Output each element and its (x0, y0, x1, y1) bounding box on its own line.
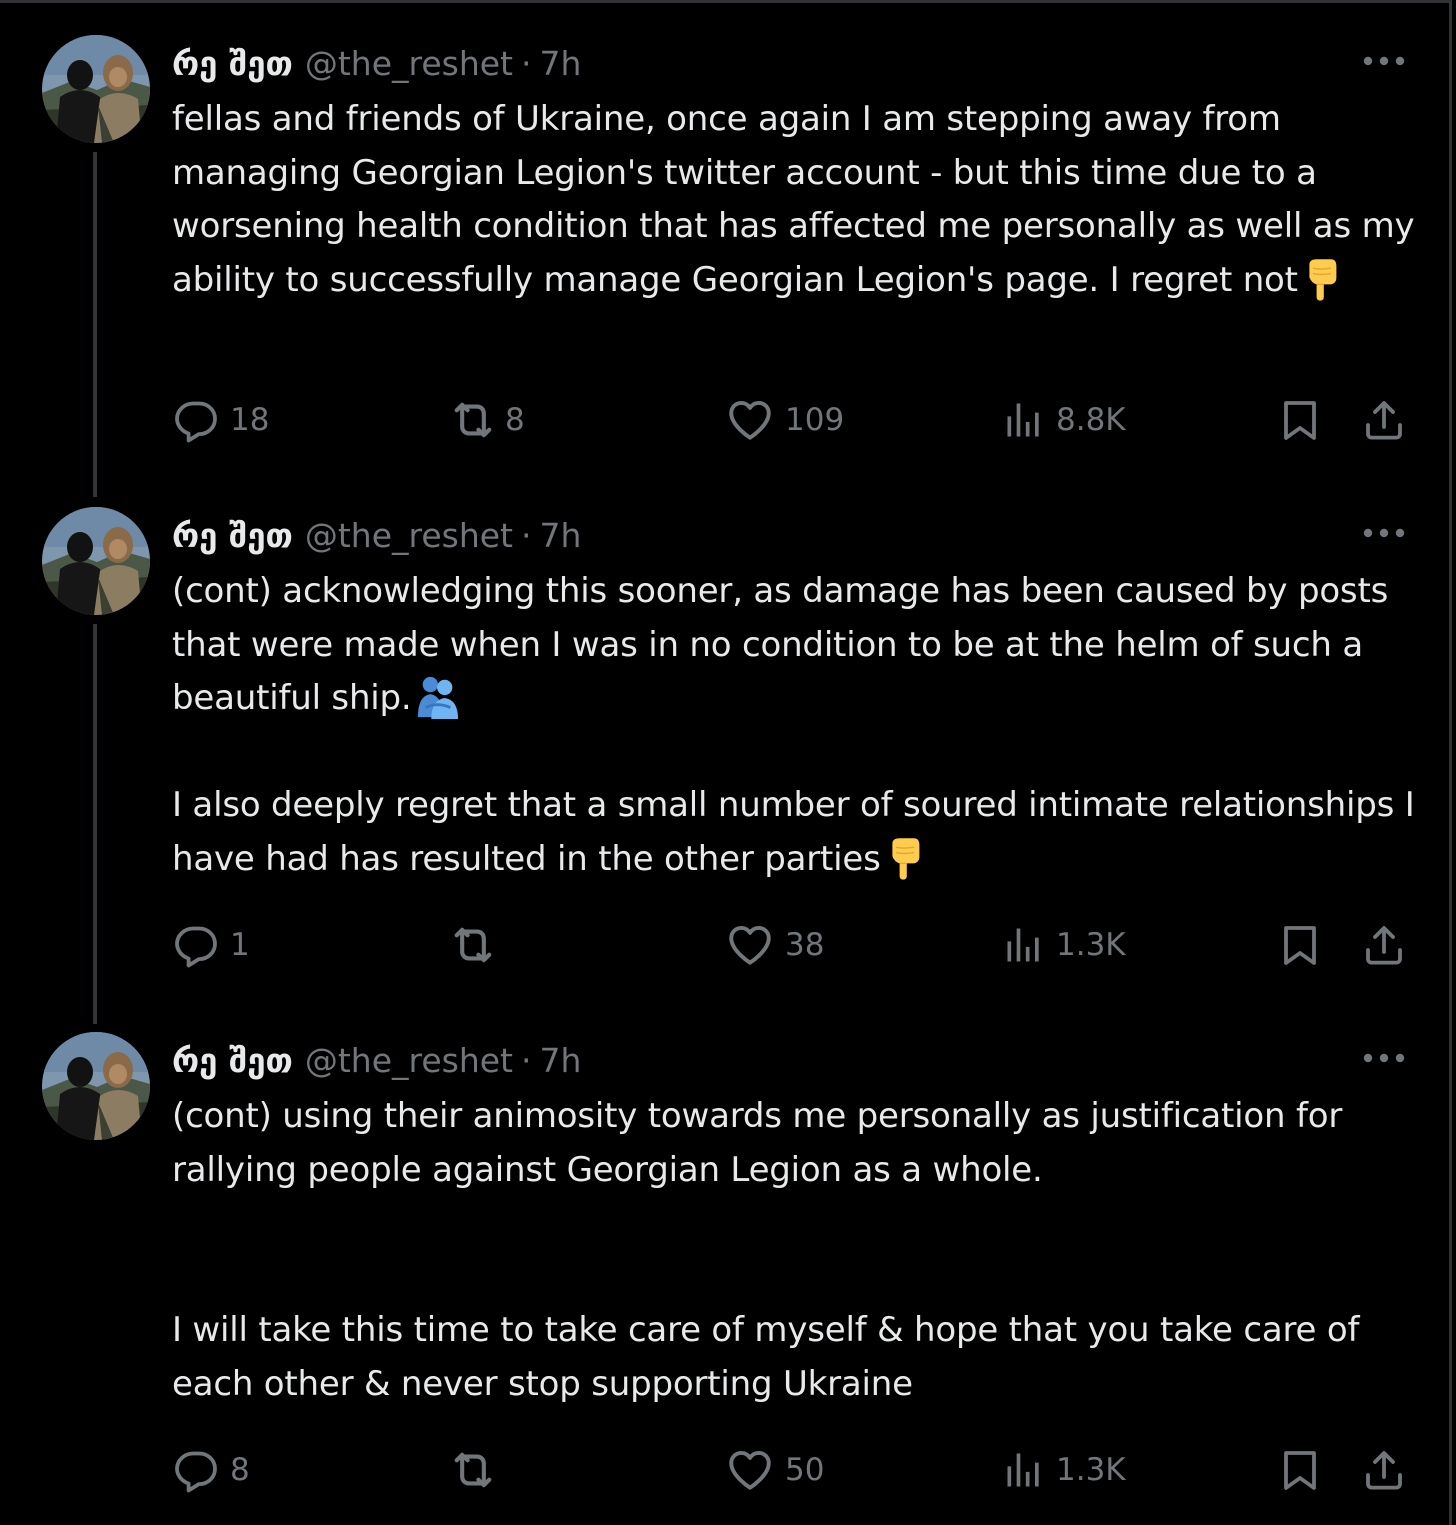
views-icon (1002, 1448, 1046, 1492)
people-hugging-emoji-icon (416, 675, 460, 736)
more-icon (1362, 1040, 1406, 1076)
more-options-button[interactable] (1362, 43, 1406, 79)
tweet-text-content: fellas and friends of Ukraine, once agai… (172, 99, 1415, 300)
like-count: 50 (785, 1452, 825, 1488)
like-button[interactable]: 109 (725, 390, 844, 450)
heart-icon (725, 395, 775, 445)
views-count: 1.3K (1056, 1452, 1126, 1488)
avatar-image (42, 1032, 150, 1140)
heart-icon (725, 1445, 775, 1495)
reply-button[interactable]: 1 (172, 915, 250, 975)
display-name[interactable]: რე შეთ (172, 1041, 293, 1080)
tweet-text: fellas and friends of Ukraine, once agai… (172, 93, 1422, 317)
reply-icon (172, 396, 220, 444)
tweet-header: რე შეთ @the_reshet · 7h (172, 39, 581, 87)
share-icon (1360, 1446, 1408, 1494)
tweet-text-content: (cont) using their animosity towards me … (172, 1096, 1343, 1190)
repost-icon (447, 919, 499, 971)
thread-line (93, 624, 97, 1024)
like-count: 38 (785, 927, 825, 963)
repost-icon (447, 1444, 499, 1496)
separator: · (521, 515, 532, 555)
avatar-image (42, 35, 150, 143)
tweet-text: (cont) acknowledging this sooner, as dam… (172, 565, 1422, 736)
like-count: 109 (785, 402, 845, 438)
bookmark-button[interactable] (1276, 1440, 1324, 1500)
like-button[interactable]: 38 (725, 915, 824, 975)
reply-icon (172, 921, 220, 969)
more-icon (1362, 43, 1406, 79)
views-count: 1.3K (1056, 927, 1126, 963)
avatar[interactable] (42, 1032, 150, 1140)
share-button[interactable] (1360, 390, 1408, 450)
like-button[interactable]: 50 (725, 1440, 824, 1500)
reply-count: 18 (230, 402, 270, 438)
tweet-text-paragraph-2: I will take this time to take care of my… (172, 1304, 1422, 1411)
pointing-down-emoji-icon (887, 836, 923, 897)
share-icon (1360, 921, 1408, 969)
reply-button[interactable]: 8 (172, 1440, 250, 1500)
tweet-header: რე შეთ @the_reshet · 7h (172, 511, 581, 559)
tweet-text-paragraph-2: I also deeply regret that a small number… (172, 779, 1422, 896)
action-bar: 8 50 1.3K (172, 1440, 1412, 1500)
repost-button[interactable] (447, 1440, 509, 1500)
handle[interactable]: @the_reshet (305, 516, 513, 555)
reply-count: 1 (230, 927, 250, 963)
bookmark-icon (1276, 921, 1324, 969)
reply-button[interactable]: 18 (172, 390, 269, 450)
reply-icon (172, 1446, 220, 1494)
repost-button[interactable]: 8 (447, 390, 525, 450)
separator: · (521, 1040, 532, 1080)
timestamp[interactable]: 7h (540, 44, 582, 83)
avatar-image (42, 507, 150, 615)
tweet-text-content-2: I will take this time to take care of my… (172, 1310, 1360, 1404)
pointing-down-emoji-icon (1304, 257, 1340, 318)
tweet-header: რე შეთ @the_reshet · 7h (172, 1036, 581, 1084)
more-icon (1362, 515, 1406, 551)
display-name[interactable]: რე შეთ (172, 516, 293, 555)
views-button[interactable]: 1.3K (1002, 915, 1126, 975)
share-button[interactable] (1360, 915, 1408, 975)
repost-icon (447, 394, 499, 446)
more-options-button[interactable] (1362, 1040, 1406, 1076)
bookmark-icon (1276, 396, 1324, 444)
timestamp[interactable]: 7h (540, 1041, 582, 1080)
tweet-text: (cont) using their animosity towards me … (172, 1090, 1422, 1197)
thread-line (93, 152, 97, 497)
repost-button[interactable] (447, 915, 509, 975)
heart-icon (725, 920, 775, 970)
action-bar: 1 38 1.3K (172, 915, 1412, 975)
views-icon (1002, 923, 1046, 967)
display-name[interactable]: რე შეთ (172, 44, 293, 83)
views-button[interactable]: 8.8K (1002, 390, 1126, 450)
views-count: 8.8K (1056, 402, 1126, 438)
reply-count: 8 (230, 1452, 250, 1488)
bookmark-button[interactable] (1276, 390, 1324, 450)
action-bar: 18 8 109 8.8K (172, 390, 1412, 450)
handle[interactable]: @the_reshet (305, 1041, 513, 1080)
bookmark-icon (1276, 1446, 1324, 1494)
share-icon (1360, 396, 1408, 444)
tweet-text-content-2: I also deeply regret that a small number… (172, 785, 1415, 879)
views-icon (1002, 398, 1046, 442)
timestamp[interactable]: 7h (540, 516, 582, 555)
bookmark-button[interactable] (1276, 915, 1324, 975)
more-options-button[interactable] (1362, 515, 1406, 551)
avatar[interactable] (42, 507, 150, 615)
separator: · (521, 43, 532, 83)
avatar[interactable] (42, 35, 150, 143)
repost-count: 8 (505, 402, 525, 438)
tweet-text-content: (cont) acknowledging this sooner, as dam… (172, 571, 1389, 718)
handle[interactable]: @the_reshet (305, 44, 513, 83)
views-button[interactable]: 1.3K (1002, 1440, 1126, 1500)
share-button[interactable] (1360, 1440, 1408, 1500)
